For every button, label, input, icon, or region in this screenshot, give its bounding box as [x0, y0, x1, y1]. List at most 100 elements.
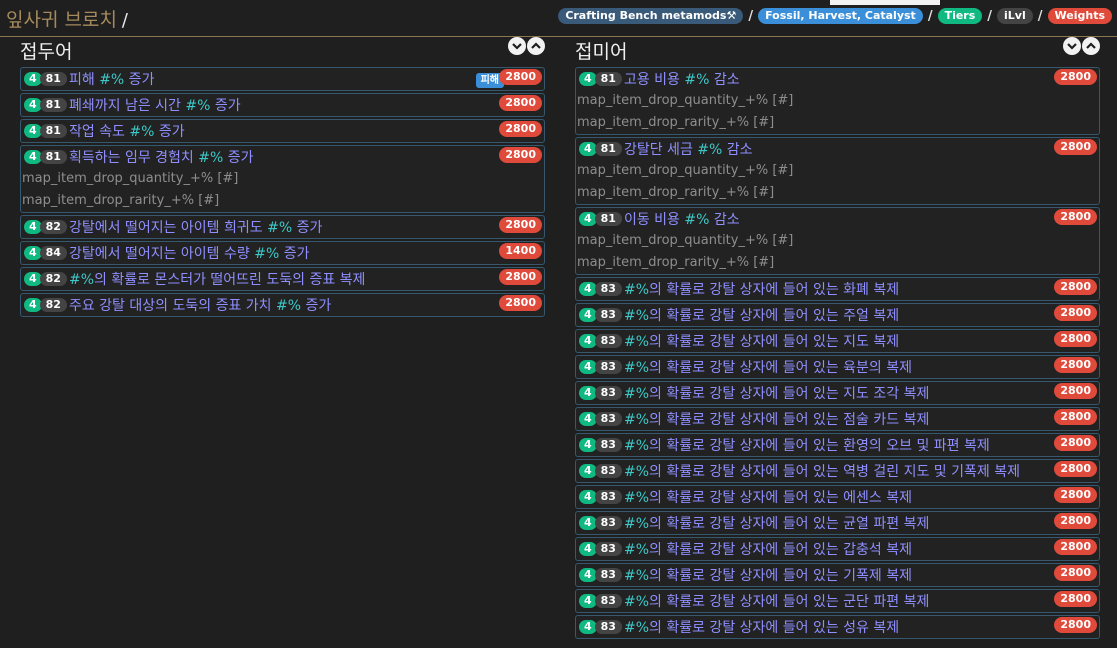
mod-text-post: 감소 — [709, 212, 740, 228]
mod-row[interactable]: 4 83 #%의 확률로 강탈 상자에 들어 있는 주얼 복제 2800 — [575, 303, 1100, 327]
mod-row[interactable]: 4 83 #%의 확률로 강탈 상자에 들어 있는 균열 파편 복제 2800 — [575, 511, 1100, 535]
mod-value: #% — [623, 516, 650, 532]
ilvl-badge: 82 — [39, 272, 67, 286]
prefix-header: 접두어 — [20, 37, 545, 67]
weight-badge: 2800 — [1054, 539, 1097, 555]
crumb-1[interactable]: Fossil, Harvest, Catalyst — [758, 8, 923, 24]
mod-row[interactable]: 4 82 #%의 확률로 몬스터가 떨어뜨린 도둑의 증표 복제 2800 — [20, 267, 545, 291]
mod-line: 4 83 #%의 확률로 강탈 상자에 들어 있는 갑충석 복제 — [576, 538, 1099, 560]
mod-row[interactable]: 4 81 고용 비용 #% 감소 2800 map_item_drop_quantity… — [575, 67, 1100, 135]
chevron-down-icon — [512, 43, 522, 50]
mod-text-post: 의 확률로 강탈 상자에 들어 있는 주얼 복제 — [649, 308, 900, 324]
chevron-up-icon — [1086, 42, 1096, 49]
mod-line: 4 83 #%의 확률로 강탈 상자에 들어 있는 성유 복제 — [576, 616, 1099, 638]
ilvl-badge: 82 — [39, 220, 67, 234]
ilvl-badge: 83 — [594, 360, 622, 374]
suffix-toggle-group — [1063, 37, 1100, 55]
collapse-all-button[interactable] — [527, 37, 545, 55]
mod-value: #% — [267, 220, 293, 236]
mod-text-post: 의 확률로 강탈 상자에 들어 있는 환영의 오브 및 파편 복제 — [649, 438, 990, 454]
weight-badge: 2800 — [1054, 139, 1097, 155]
mod-row[interactable]: 4 81 강탈단 세금 #% 감소 2800 map_item_drop_quantit… — [575, 137, 1100, 205]
mod-text: #%의 확률로 강탈 상자에 들어 있는 점술 카드 복제 — [624, 409, 929, 429]
mod-row[interactable]: 4 81 폐쇄까지 남은 시간 #% 증가 2800 — [20, 93, 545, 117]
mod-value: #% — [623, 620, 650, 636]
stat-line: map_item_drop_quantity_+% [#] — [577, 233, 794, 248]
ilvl-badge: 83 — [594, 516, 622, 530]
suffix-list: 4 81 고용 비용 #% 감소 2800 map_item_drop_quantity… — [575, 67, 1100, 639]
weight-badge: 2800 — [1054, 279, 1097, 295]
mod-line: 4 81 작업 속도 #% 증가 — [21, 120, 544, 142]
crumb-0[interactable]: Crafting Bench metamods⚒ — [558, 8, 744, 24]
weight-badge: 2800 — [1054, 591, 1097, 607]
mod-text-post: 의 확률로 강탈 상자에 들어 있는 화폐 복제 — [649, 282, 900, 298]
mod-text-post: 의 확률로 강탈 상자에 들어 있는 지도 조각 복제 — [649, 386, 930, 402]
mod-row[interactable]: 4 83 #%의 확률로 강탈 상자에 들어 있는 역병 걸린 지도 및 기폭제 복… — [575, 459, 1100, 483]
mod-row[interactable]: 4 83 #%의 확률로 강탈 상자에 들어 있는 지도 복제 2800 — [575, 329, 1100, 353]
mod-text-pre: 피해 — [68, 72, 100, 88]
mod-text: 작업 속도 #% 증가 — [69, 121, 185, 141]
expand-all-button[interactable] — [1063, 37, 1081, 55]
mod-row[interactable]: 4 84 강탈에서 떨어지는 아이템 수량 #% 증가 1400 — [20, 241, 545, 265]
mod-text-pre: 고용 비용 — [623, 72, 685, 88]
mod-row[interactable]: 4 83 #%의 확률로 강탈 상자에 들어 있는 지도 조각 복제 2800 — [575, 381, 1100, 405]
mod-row[interactable]: 4 81 획득하는 임무 경험치 #% 증가 2800 map_item_drop_qu… — [20, 145, 545, 213]
weight-badge: 2800 — [1054, 383, 1097, 399]
mod-text-post: 의 확률로 강탈 상자에 들어 있는 갑충석 복제 — [649, 542, 913, 558]
mod-line: 4 83 #%의 확률로 강탈 상자에 들어 있는 균열 파편 복제 — [576, 512, 1099, 534]
mod-value: #% — [129, 124, 155, 140]
mod-line: 4 81 피해 #% 증가 — [21, 68, 544, 90]
ilvl-badge: 81 — [594, 142, 622, 156]
expand-all-button[interactable] — [508, 37, 526, 55]
mod-row[interactable]: 4 83 #%의 확률로 강탈 상자에 들어 있는 성유 복제 2800 — [575, 615, 1100, 639]
ilvl-badge: 83 — [594, 594, 622, 608]
ilvl-badge: 84 — [39, 246, 67, 260]
mod-value: #% — [185, 98, 211, 114]
weight-badge: 2800 — [499, 295, 542, 311]
collapse-all-button[interactable] — [1082, 37, 1100, 55]
crumb-4[interactable]: Weights — [1047, 8, 1112, 24]
crumb-2[interactable]: Tiers — [937, 8, 983, 24]
stat-line: map_item_drop_quantity_+% [#] — [22, 171, 239, 186]
mod-row[interactable]: 4 83 #%의 확률로 강탈 상자에 들어 있는 에센스 복제 2800 — [575, 485, 1100, 509]
mod-row[interactable]: 4 83 #%의 확률로 강탈 상자에 들어 있는 화폐 복제 2800 — [575, 277, 1100, 301]
crumb-3[interactable]: iLvl — [997, 8, 1033, 24]
mod-text: #%의 확률로 강탈 상자에 들어 있는 군단 파편 복제 — [624, 591, 929, 611]
mod-text-post: 증가 — [223, 150, 254, 166]
mod-row[interactable]: 4 83 #%의 확률로 강탈 상자에 들어 있는 육분의 복제 2800 — [575, 355, 1100, 379]
mod-row[interactable]: 4 83 #%의 확률로 강탈 상자에 들어 있는 점술 카드 복제 2800 — [575, 407, 1100, 431]
ilvl-badge: 83 — [594, 542, 622, 556]
weight-badge: 2800 — [1054, 209, 1097, 225]
mod-text-post: 증가 — [210, 98, 241, 114]
mod-value: #% — [623, 282, 650, 298]
mod-row[interactable]: 4 83 #%의 확률로 강탈 상자에 들어 있는 기폭제 복제 2800 — [575, 563, 1100, 587]
mod-row[interactable]: 4 81 피해 #% 증가 피해 2800 — [20, 67, 545, 91]
weight-badge: 2800 — [1054, 461, 1097, 477]
mod-text-post: 의 확률로 강탈 상자에 들어 있는 육분의 복제 — [649, 360, 913, 376]
mod-text-post: 의 확률로 강탈 상자에 들어 있는 군단 파편 복제 — [649, 594, 930, 610]
ilvl-badge: 83 — [594, 308, 622, 322]
mod-line: 4 83 #%의 확률로 강탈 상자에 들어 있는 역병 걸린 지도 및 기폭제 복… — [576, 460, 1099, 482]
ilvl-badge: 81 — [39, 98, 67, 112]
ilvl-badge: 81 — [39, 150, 67, 164]
mod-text-post: 증가 — [301, 298, 332, 314]
mod-row[interactable]: 4 82 강탈에서 떨어지는 아이템 희귀도 #% 증가 2800 — [20, 215, 545, 239]
mod-text-post: 의 확률로 강탈 상자에 들어 있는 균열 파편 복제 — [649, 516, 930, 532]
mod-row[interactable]: 4 83 #%의 확률로 강탈 상자에 들어 있는 갑충석 복제 2800 — [575, 537, 1100, 561]
mod-row[interactable]: 4 81 작업 속도 #% 증가 2800 — [20, 119, 545, 143]
mod-row[interactable]: 4 83 #%의 확률로 강탈 상자에 들어 있는 환영의 오브 및 파편 복제 28… — [575, 433, 1100, 457]
mod-text: #%의 확률로 강탈 상자에 들어 있는 갑충석 복제 — [624, 539, 912, 559]
mod-row[interactable]: 4 81 이동 비용 #% 감소 2800 map_item_drop_quantity… — [575, 207, 1100, 275]
mod-row[interactable]: 4 82 주요 강탈 대상의 도둑의 증표 가치 #% 증가 2800 — [20, 293, 545, 317]
tab-strip — [830, 0, 940, 5]
mod-text-post: 의 확률로 몬스터가 떨어뜨린 도둑의 증표 복제 — [94, 272, 366, 288]
mod-text: 폐쇄까지 남은 시간 #% 증가 — [69, 95, 241, 115]
mod-value: #% — [623, 412, 650, 428]
mod-line: 4 83 #%의 확률로 강탈 상자에 들어 있는 지도 조각 복제 — [576, 382, 1099, 404]
item-title: 잎사귀 브로치 — [6, 9, 117, 31]
mod-text: 강탈에서 떨어지는 아이템 수량 #% 증가 — [69, 243, 310, 263]
ilvl-badge: 81 — [594, 212, 622, 226]
mod-row[interactable]: 4 83 #%의 확률로 강탈 상자에 들어 있는 군단 파편 복제 2800 — [575, 589, 1100, 613]
prefix-column: 접두어 4 81 피해 #% 증가 피해 2800 4 81 폐쇄까지 남은 시간 #% 증가… — [20, 37, 545, 319]
mod-value: #% — [623, 542, 650, 558]
